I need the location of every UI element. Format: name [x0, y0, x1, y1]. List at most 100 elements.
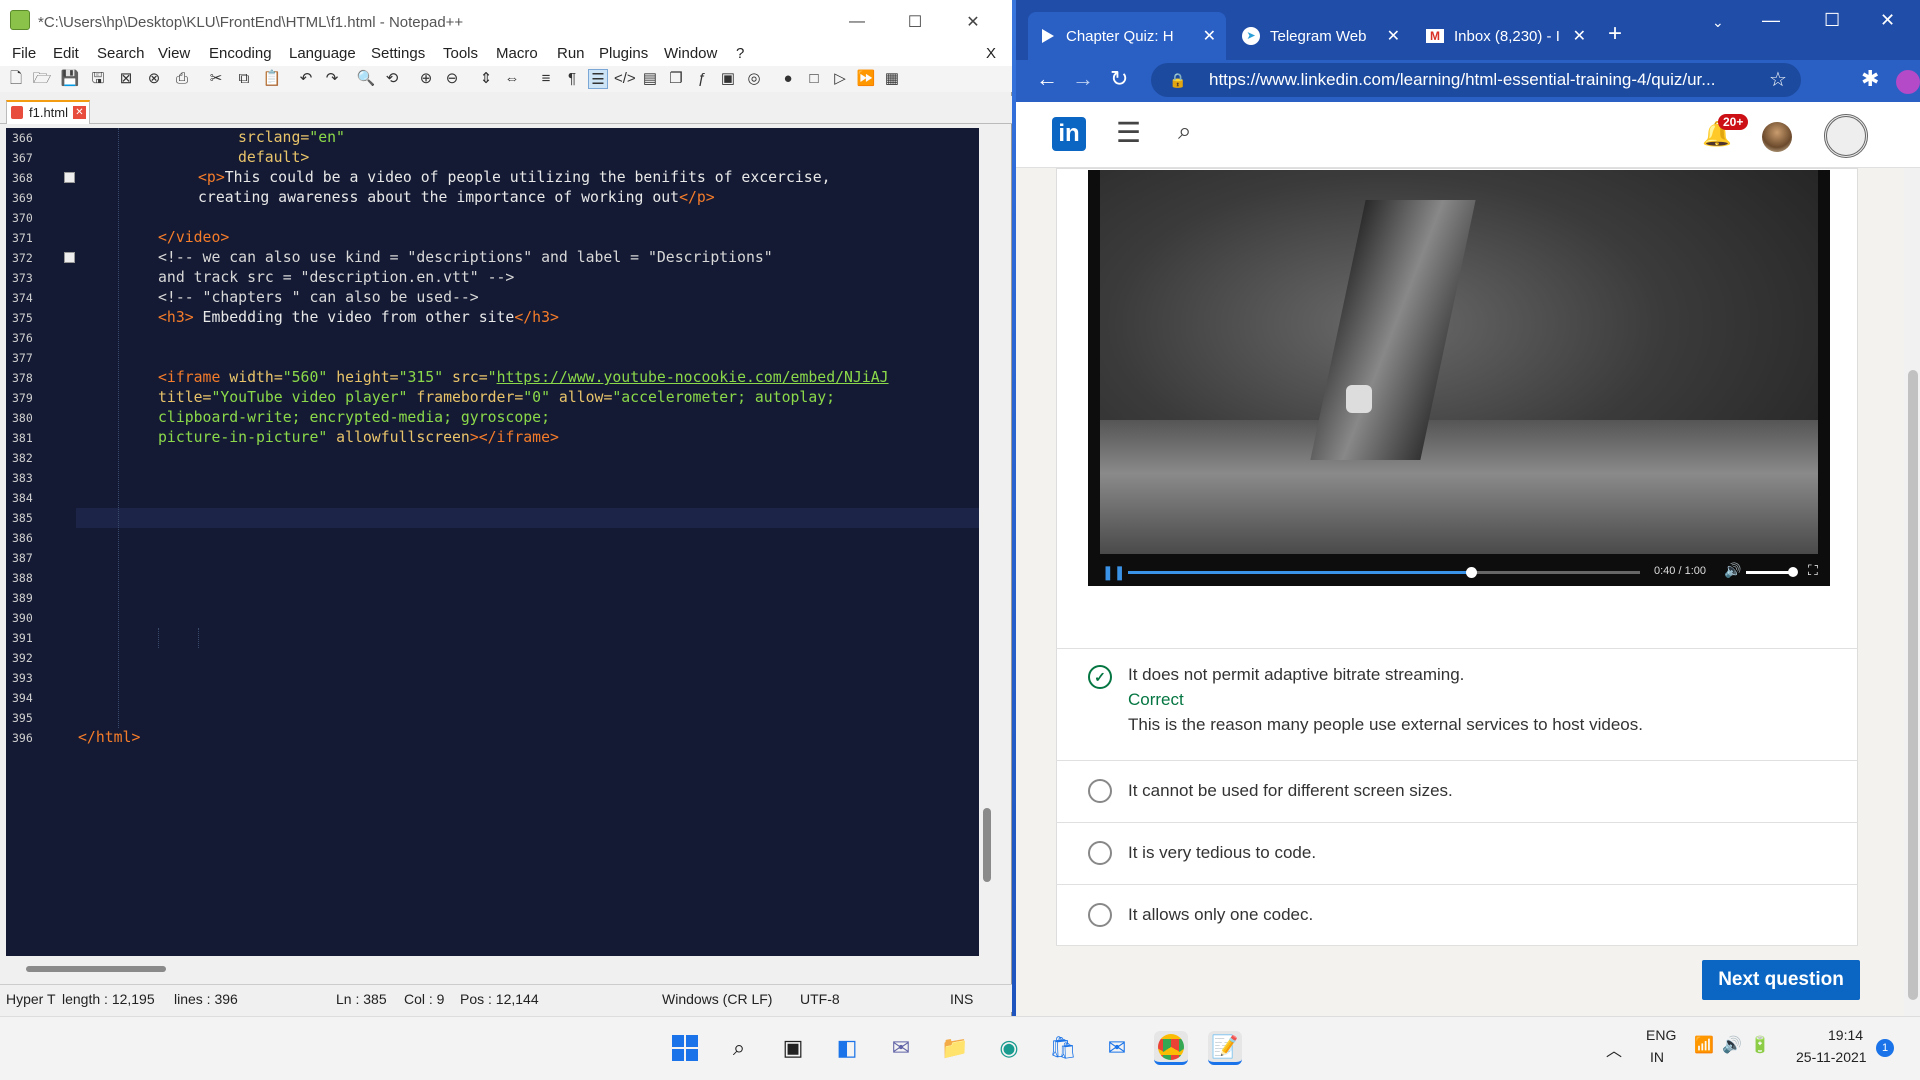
reload-icon[interactable]: ↻ — [1110, 66, 1128, 92]
tab-close-icon[interactable]: ✕ — [1387, 26, 1400, 46]
copy-icon[interactable]: ⧉ — [234, 69, 254, 89]
tab-close-icon[interactable]: ✕ — [1573, 26, 1586, 46]
radio-button[interactable] — [1088, 903, 1112, 927]
zoom-out-icon[interactable]: ⊖ — [442, 69, 462, 89]
input-language[interactable]: ENG — [1646, 1027, 1676, 1043]
close-button[interactable]: ✕ — [944, 0, 1002, 44]
minimize-button[interactable]: — — [828, 0, 886, 44]
stop-macro-icon[interactable]: □ — [804, 69, 824, 89]
answer-option[interactable]: It is very tedious to code. — [1056, 822, 1858, 884]
microsoft-store-icon[interactable]: 🛍 — [1046, 1031, 1080, 1065]
folder-workspace-icon[interactable]: ▣ — [718, 69, 738, 89]
tab-gmail[interactable]: M Inbox (8,230) - I ✕ — [1412, 12, 1596, 60]
redo-icon[interactable]: ↷ — [322, 69, 342, 89]
document-map-icon[interactable]: ▤ — [640, 69, 660, 89]
word-wrap-icon[interactable]: ≡ — [536, 69, 556, 89]
new-file-icon[interactable]: 🗋 — [6, 69, 26, 89]
maximize-button[interactable]: ☐ — [886, 0, 944, 44]
fold-toggle-icon[interactable] — [64, 172, 75, 183]
indent-guide-icon[interactable]: ☰ — [588, 69, 608, 89]
menu-run[interactable]: Run — [557, 45, 585, 62]
menu-language[interactable]: Language — [289, 45, 356, 62]
xml-tag-icon[interactable]: </> — [614, 69, 636, 89]
sync-vertical-icon[interactable]: ⇕ — [476, 69, 496, 89]
run-multiple-macro-icon[interactable]: ⏩ — [856, 69, 876, 89]
menu-tools[interactable]: Tools — [443, 45, 478, 62]
document-list-icon[interactable]: ❐ — [666, 69, 686, 89]
code-editor[interactable]: 366 367 368 369 370 371 372 373 374 375 … — [6, 128, 979, 956]
menu-file[interactable]: File — [12, 45, 36, 62]
maximize-button[interactable]: ☐ — [1824, 10, 1840, 31]
menu-window[interactable]: Window — [664, 45, 717, 62]
mail-icon[interactable]: ✉ — [1100, 1031, 1134, 1065]
fullscreen-icon[interactable]: ⛶ — [1808, 562, 1818, 579]
page-scroll-thumb[interactable] — [1908, 370, 1918, 1000]
user-avatar[interactable] — [1762, 122, 1792, 152]
vertical-scroll-thumb[interactable] — [983, 808, 991, 882]
notification-count-badge[interactable]: 1 — [1876, 1039, 1894, 1057]
clock-time[interactable]: 19:14 — [1828, 1027, 1863, 1043]
close-file-icon[interactable]: ⊠ — [116, 69, 136, 89]
open-file-icon[interactable]: 🗁 — [32, 69, 52, 89]
wifi-icon[interactable]: 📶 — [1694, 1035, 1714, 1055]
find-icon[interactable]: 🔍 — [356, 69, 376, 89]
menu-view[interactable]: View — [158, 45, 190, 62]
teams-chat-icon[interactable]: ✉ — [884, 1031, 918, 1065]
bookmark-star-icon[interactable]: ☆ — [1769, 63, 1787, 97]
minimize-button[interactable]: — — [1762, 10, 1780, 31]
new-tab-button[interactable]: + — [1608, 20, 1622, 48]
profile-avatar[interactable] — [1896, 70, 1920, 94]
address-bar[interactable]: 🔒 https://www.linkedin.com/learning/html… — [1151, 63, 1801, 97]
function-list-icon[interactable]: ƒ — [692, 69, 712, 89]
monitoring-icon[interactable]: ◎ — [744, 69, 764, 89]
menu-plugins[interactable]: Plugins — [599, 45, 648, 62]
zoom-in-icon[interactable]: ⊕ — [416, 69, 436, 89]
chrome-taskbar-icon[interactable] — [1154, 1031, 1188, 1065]
print-icon[interactable]: ⎙ — [172, 69, 192, 89]
tab-telegram[interactable]: ➤ Telegram Web ✕ — [1228, 12, 1410, 60]
clock-date[interactable]: 25-11-2021 — [1796, 1049, 1867, 1065]
sync-horizontal-icon[interactable]: ⇔ — [502, 69, 522, 89]
close-button[interactable]: ✕ — [1880, 10, 1895, 31]
menu-settings[interactable]: Settings — [371, 45, 425, 62]
show-hidden-icons-chevron-icon[interactable]: ︿ — [1606, 1037, 1622, 1061]
pause-icon[interactable]: ❚❚ — [1102, 564, 1125, 581]
menu-list-icon[interactable]: ☰ — [1116, 116, 1141, 149]
undo-icon[interactable]: ↶ — [296, 69, 316, 89]
menu-encoding[interactable]: Encoding — [209, 45, 272, 62]
answer-option[interactable]: It cannot be used for different screen s… — [1056, 760, 1858, 822]
input-region[interactable]: IN — [1650, 1049, 1664, 1065]
menu-edit[interactable]: Edit — [53, 45, 79, 62]
search-icon[interactable]: ⌕ — [1178, 118, 1191, 146]
save-icon[interactable]: 💾 — [60, 69, 80, 89]
volume-slider[interactable] — [1746, 571, 1794, 574]
back-arrow-icon[interactable]: ← — [1036, 66, 1058, 92]
menu-macro[interactable]: Macro — [496, 45, 538, 62]
speaker-icon[interactable]: 🔊 — [1722, 1035, 1742, 1055]
record-macro-icon[interactable]: ● — [778, 69, 798, 89]
cut-icon[interactable]: ✂ — [206, 69, 226, 89]
organization-logo[interactable] — [1824, 114, 1868, 158]
tab-close-icon[interactable]: ✕ — [1203, 26, 1216, 46]
notepad-plus-plus-taskbar-icon[interactable]: 📝 — [1208, 1031, 1242, 1065]
show-all-chars-icon[interactable]: ¶ — [562, 69, 582, 89]
next-question-button[interactable]: Next question — [1702, 960, 1860, 1000]
horizontal-scroll-thumb[interactable] — [26, 966, 166, 972]
extensions-puzzle-icon[interactable]: ✱ — [1861, 66, 1879, 92]
taskbar-search-icon[interactable]: ⌕ — [722, 1031, 756, 1065]
start-windows-icon[interactable] — [668, 1031, 702, 1065]
menu-search[interactable]: Search — [97, 45, 145, 62]
volume-icon[interactable]: 🔊 — [1724, 562, 1741, 579]
save-macro-icon[interactable]: ▦ — [882, 69, 902, 89]
tab-search-chevron-down-icon[interactable]: ⌄ — [1712, 14, 1724, 31]
fold-toggle-icon[interactable] — [64, 252, 75, 263]
linkedin-logo[interactable]: in — [1052, 117, 1086, 151]
edge-browser-icon[interactable]: ◉ — [992, 1031, 1026, 1065]
tab-close-icon[interactable]: ✕ — [73, 106, 86, 119]
forward-arrow-icon[interactable]: → — [1072, 66, 1094, 92]
tab-chapter-quiz[interactable]: Chapter Quiz: H ✕ — [1028, 12, 1226, 60]
menu-help[interactable]: ? — [736, 45, 744, 62]
answer-option-correct[interactable]: ✓ It does not permit adaptive bitrate st… — [1056, 648, 1858, 742]
radio-button[interactable] — [1088, 779, 1112, 803]
replace-icon[interactable]: ⟲ — [382, 69, 402, 89]
